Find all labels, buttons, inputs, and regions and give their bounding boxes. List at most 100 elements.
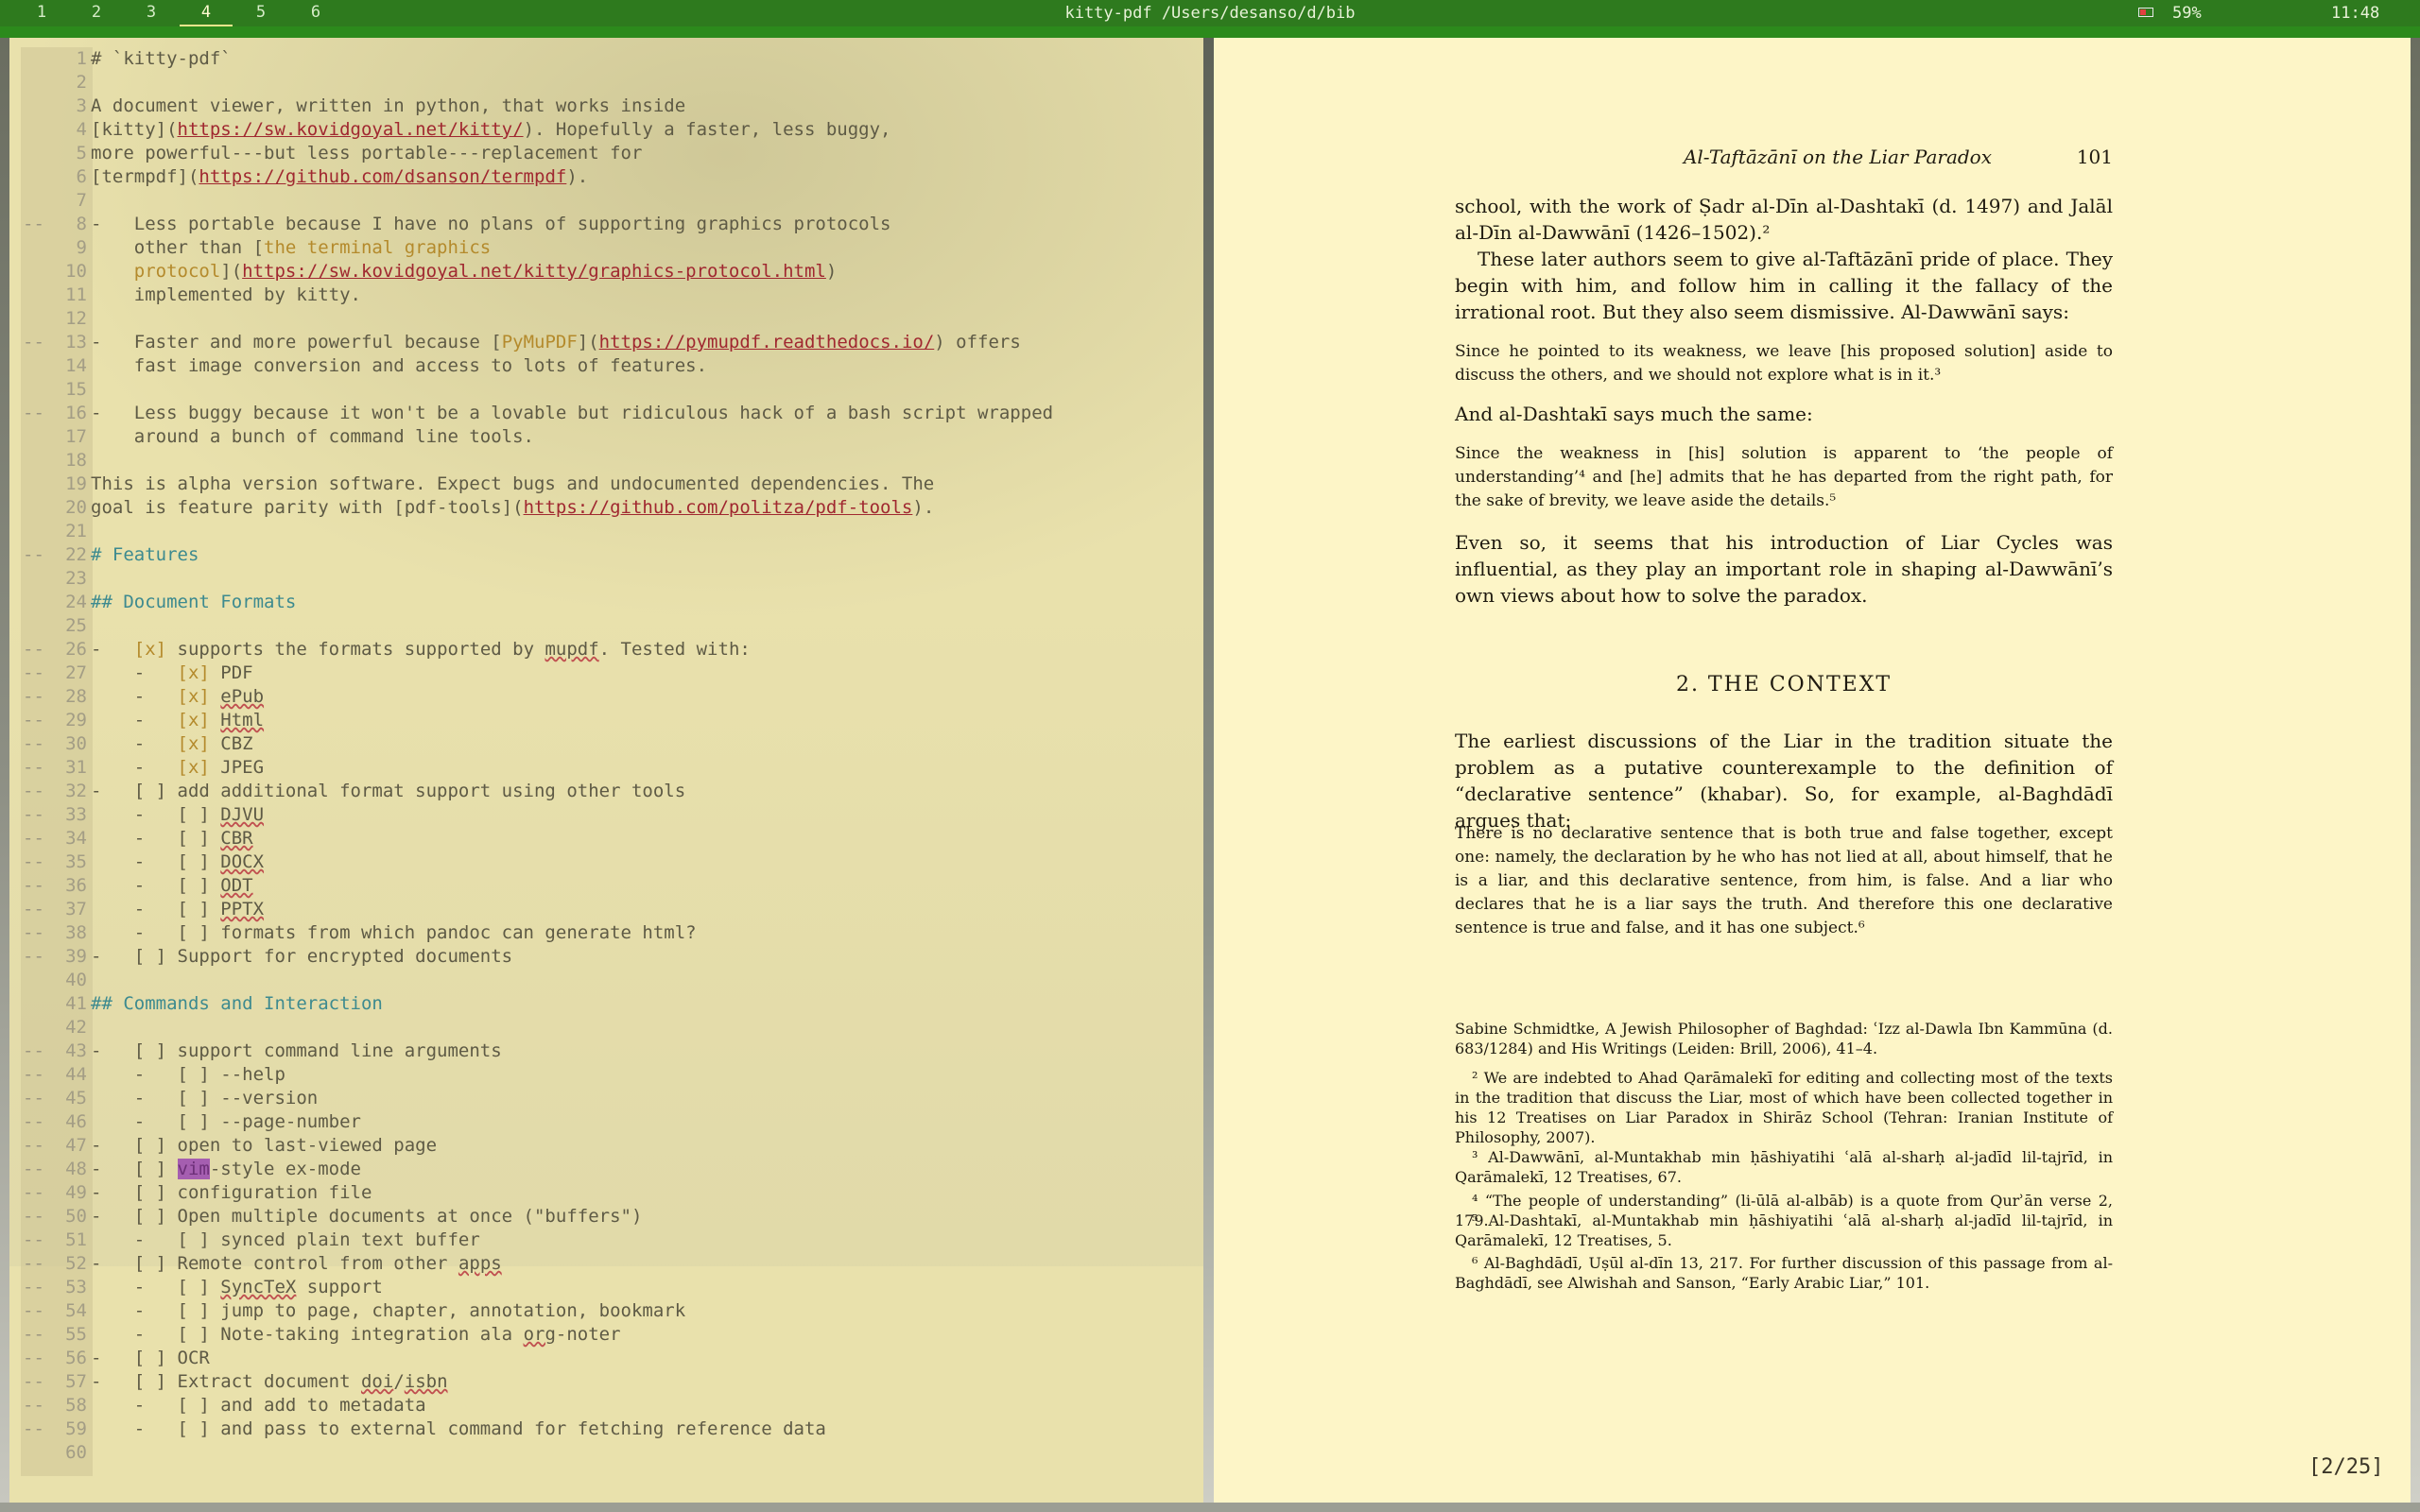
text-segment: - [ ]: [91, 851, 221, 872]
line-text: other than [the terminal graphics: [91, 236, 492, 260]
line-number: 46: [65, 1111, 87, 1132]
text-segment: ). Hopefully a faster, less buggy,: [523, 119, 891, 140]
body-paragraph: These later authors seem to give al-Taft…: [1455, 248, 2113, 323]
url-link[interactable]: https://sw.kovidgoyal.net/kitty/graphics…: [242, 261, 826, 282]
body-paragraph: school, with the work of Ṣadr al-Dīn al-…: [1455, 195, 2113, 244]
url-link[interactable]: https://sw.kovidgoyal.net/kitty/: [178, 119, 524, 140]
line-text: # Features: [91, 543, 199, 567]
line-number: 4: [76, 119, 87, 140]
line-number: 24: [65, 592, 87, 612]
window-divider[interactable]: [1203, 38, 1214, 1512]
line-text: A document viewer, written in python, th…: [91, 94, 685, 118]
line-number: 10: [65, 261, 87, 282]
line-text: - [ ] vim-style ex-mode: [91, 1158, 361, 1181]
url-link[interactable]: https://github.com/politza/pdf-tools: [524, 497, 913, 518]
line-number: 50: [65, 1206, 87, 1227]
text-segment: ): [825, 261, 838, 282]
text-segment: - [ ] and add to metadata: [91, 1395, 426, 1416]
url-link[interactable]: https://pymupdf.readthedocs.io/: [599, 332, 935, 352]
line-number: 26: [65, 639, 87, 660]
line-text: - [ ] CBR: [91, 827, 253, 850]
text-segment: [210, 710, 220, 730]
page-indicator: [2/25]: [2308, 1455, 2384, 1479]
body-paragraph: Even so, it seems that his introduction …: [1455, 531, 2113, 607]
text-editor-pane[interactable]: 1 # `kitty-pdf` 2 3 A document viewer, writt…: [9, 38, 1203, 1503]
line-text: This is alpha version software. Expect b…: [91, 472, 934, 496]
text-segment: Html: [220, 710, 265, 730]
line-text: - [ ] and pass to external command for f…: [91, 1418, 826, 1441]
line-text: - [ ] add additional format support usin…: [91, 780, 685, 803]
pdf-viewer-pane[interactable]: Al-Taftāzānī on the Liar Paradox 101 sch…: [1214, 38, 2411, 1503]
text-segment: [x]: [177, 757, 210, 778]
body-paragraph: The earliest discussions of the Liar in …: [1455, 730, 2113, 832]
workspace-2[interactable]: 2: [70, 0, 123, 25]
workspace-6[interactable]: 6: [289, 0, 342, 25]
battery-level: 59%: [2172, 4, 2202, 23]
text-segment: ) offers: [934, 332, 1021, 352]
line-text: more powerful---but less portable---repl…: [91, 142, 642, 165]
text-segment: - [ ] open to last-viewed page: [91, 1135, 438, 1156]
line-number: 3: [76, 95, 87, 116]
text-segment: [x]: [177, 686, 210, 707]
text-segment: - Faster and more powerful because [: [91, 332, 502, 352]
line-text: - [ ] --version: [91, 1087, 318, 1110]
bar-border: [0, 26, 2420, 38]
workspace-5[interactable]: 5: [234, 0, 287, 25]
line-number: 51: [65, 1229, 87, 1250]
line-number: 12: [65, 308, 87, 329]
text-segment: - [ ]: [91, 899, 221, 919]
line-text: - [x] CBZ: [91, 732, 253, 756]
text-segment: [kitty](: [91, 119, 178, 140]
url-link[interactable]: https://github.com/dsanson/termpdf: [199, 166, 566, 187]
body-paragraph: And al-Dashtakī says much the same:: [1455, 403, 1813, 425]
wallpaper-edge: [0, 1503, 2420, 1512]
text-segment: - [ ] add additional format support usin…: [91, 781, 686, 801]
line-number: 30: [65, 733, 87, 754]
text-segment: [210, 686, 220, 707]
text-segment: mupdf: [544, 639, 599, 660]
line-number: 5: [76, 143, 87, 163]
page-number: 101: [2076, 146, 2113, 168]
text-segment: . Tested with:: [598, 639, 751, 660]
text-segment: ).: [566, 166, 589, 187]
workspace-4[interactable]: 4: [180, 0, 233, 27]
window-title: kitty-pdf /Users/desanso/d/bib: [1064, 4, 1356, 23]
line-number: 56: [65, 1348, 87, 1368]
line-number: 23: [65, 568, 87, 589]
workspace-3[interactable]: 3: [125, 0, 178, 25]
workspace-1[interactable]: 1: [15, 0, 68, 25]
line-text: - [ ] --page-number: [91, 1110, 361, 1134]
text-segment: support: [296, 1277, 383, 1297]
footnote: ⁶ Al-Baghdādī, Uṣūl al-dīn 13, 217. For …: [1455, 1254, 2113, 1292]
line-number: 32: [65, 781, 87, 801]
footnote: Sabine Schmidtke, A Jewish Philosopher o…: [1455, 1020, 2113, 1057]
text-segment: /: [393, 1371, 405, 1392]
line-number: 57: [65, 1371, 87, 1392]
text-segment: [x]: [177, 710, 210, 730]
text-segment: protocol: [133, 261, 221, 282]
text-segment: PPTX: [220, 899, 265, 919]
line-text: goal is feature parity with [pdf-tools](…: [91, 496, 934, 520]
text-segment: - [ ] formats from which pandoc can gene…: [91, 922, 697, 943]
line-number: 47: [65, 1135, 87, 1156]
footnote: ⁵ Al-Dashtakī, al-Muntakhab min ḥāshiyat…: [1455, 1211, 2113, 1249]
line-number: 40: [65, 970, 87, 990]
line-text: - [ ] OCR: [91, 1347, 210, 1370]
line-number: 17: [65, 426, 87, 447]
line-text: - [ ] Note-taking integration ala org-no…: [91, 1323, 621, 1347]
text-segment: - [ ] Note-taking integration ala: [91, 1324, 524, 1345]
line-text: - [ ] SyncTeX support: [91, 1276, 383, 1299]
line-number: 29: [65, 710, 87, 730]
line-text: - [x] PDF: [91, 662, 253, 685]
text-segment: doi: [360, 1371, 394, 1392]
block-quote: Since he pointed to its weakness, we lea…: [1455, 342, 2113, 385]
line-text: protocol](https://sw.kovidgoyal.net/kitt…: [91, 260, 838, 284]
line-number: 16: [65, 403, 87, 423]
text-segment: ePub: [220, 686, 265, 707]
line-number: 60: [65, 1442, 87, 1463]
line-text: - [x] JPEG: [91, 756, 264, 780]
line-text: around a bunch of command line tools.: [91, 425, 534, 449]
block-quote: Since the weakness in [his] solution is …: [1455, 444, 2113, 510]
text-segment: -noter: [555, 1324, 621, 1345]
footnote: ² We are indebted to Ahad Qarāmalekī for…: [1455, 1069, 2113, 1146]
